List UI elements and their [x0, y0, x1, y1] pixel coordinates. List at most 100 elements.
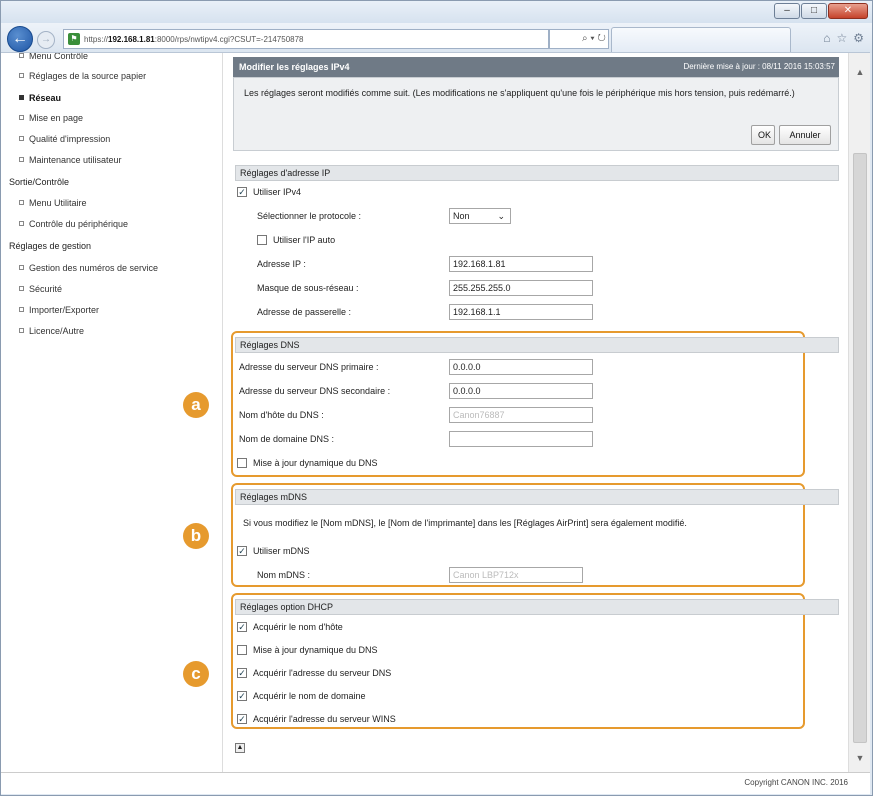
search-refresh-controls[interactable]: ⌕ ▾ ↻ [549, 29, 609, 49]
bullet-icon [19, 95, 24, 100]
bullet-icon [19, 157, 24, 162]
copyright-text: Copyright CANON INC. 2016 [744, 778, 848, 787]
use-mdns-label: Utiliser mDNS [253, 546, 310, 556]
sidebar-item-label: Contrôle du périphérique [29, 219, 129, 229]
sidebar-item-label: Menu Contrôle [29, 52, 89, 61]
protocol-select[interactable]: Non ⌄ [449, 208, 511, 224]
dhcp-dynamic-dns-checkbox[interactable] [237, 645, 247, 655]
address-bar[interactable]: ⚑ https:// 192.168.1.81 :8000/rps/nwtipv… [63, 29, 549, 49]
scroll-down-icon[interactable]: ▼ [853, 751, 867, 765]
title-bar: – □ ✕ [1, 1, 872, 23]
dhcp-dns-server-checkbox[interactable]: ✓ [237, 668, 247, 678]
ip-section-title: Réglages d'adresse IP [235, 165, 839, 181]
sidebar-item-label: Réglages de la source papier [29, 71, 147, 81]
use-mdns-checkbox[interactable]: ✓ [237, 546, 247, 556]
notice-text: Les réglages seront modifiés comme suit.… [244, 88, 795, 98]
dhcp-domain-checkbox[interactable]: ✓ [237, 691, 247, 701]
sidebar-item-print-quality[interactable]: Qualité d'impression [19, 134, 110, 144]
bullet-icon [19, 307, 24, 312]
dns-secondary-label: Adresse du serveur DNS secondaire : [239, 386, 391, 396]
dns-dynamic-checkbox[interactable] [237, 458, 247, 468]
ip-address-input[interactable] [449, 256, 593, 272]
use-ipv4-checkbox[interactable]: ✓ [237, 187, 247, 197]
navigation-bar: ← → ⚑ https:// 192.168.1.81 :8000/rps/nw… [1, 23, 872, 53]
sidebar-item-layout[interactable]: Mise en page [19, 113, 83, 123]
mdns-section-title: Réglages mDNS [235, 489, 839, 505]
close-button[interactable]: ✕ [828, 3, 868, 19]
chevron-down-icon: ⌄ [497, 211, 505, 221]
auto-ip-checkbox[interactable] [257, 235, 267, 245]
minimize-button[interactable]: – [774, 3, 800, 19]
cancel-button[interactable]: Annuler [779, 125, 831, 145]
sidebar-item-control-menu[interactable]: Menu Contrôle [19, 52, 89, 61]
sidebar-group-output: Sortie/Contrôle [9, 177, 70, 187]
sidebar-item-dept-id[interactable]: Gestion des numéros de service [19, 263, 158, 273]
sidebar-item-label: Licence/Autre [29, 326, 85, 336]
dns-domain-input[interactable] [449, 431, 593, 447]
dns-section-title: Réglages DNS [235, 337, 839, 353]
subnet-mask-label: Masque de sous-réseau : [257, 283, 359, 293]
subnet-mask-input[interactable] [449, 280, 593, 296]
protocol-value: Non [453, 211, 470, 221]
sidebar-item-import-export[interactable]: Importer/Exporter [19, 305, 99, 315]
site-icon: ⚑ [68, 33, 80, 45]
favorites-icon[interactable]: ☆ [836, 31, 847, 45]
dhcp-option-label: Acquérir le nom d'hôte [253, 622, 343, 632]
scroll-thumb[interactable] [853, 153, 867, 743]
sidebar-item-label: Sécurité [29, 284, 63, 294]
bullet-icon [19, 328, 24, 333]
gateway-label: Adresse de passerelle : [257, 307, 352, 317]
dns-primary-input[interactable] [449, 359, 593, 375]
bullet-icon [19, 265, 24, 270]
dns-secondary-input[interactable] [449, 383, 593, 399]
dhcp-wins-checkbox[interactable]: ✓ [237, 714, 247, 724]
sidebar-item-network[interactable]: Réseau [19, 93, 61, 103]
mdns-name-input[interactable] [449, 567, 583, 583]
maximize-button[interactable]: □ [801, 3, 827, 19]
ip-address-label: Adresse IP : [257, 259, 306, 269]
mdns-name-label: Nom mDNS : [257, 570, 311, 580]
scroll-up-icon[interactable]: ▲ [853, 65, 867, 79]
dhcp-section-title: Réglages option DHCP [235, 599, 839, 615]
bullet-icon [19, 53, 24, 58]
window-controls: – □ ✕ [774, 3, 868, 19]
sidebar-item-paper-source[interactable]: Réglages de la source papier [19, 71, 146, 81]
sidebar-item-label: Menu Utilitaire [29, 198, 87, 208]
browser-tab[interactable] [611, 27, 791, 53]
back-button[interactable]: ← [7, 26, 33, 52]
bullet-icon [19, 73, 24, 78]
bullet-icon [19, 115, 24, 120]
settings-icon[interactable]: ⚙ [853, 31, 864, 45]
url-prefix: https:// [84, 34, 109, 44]
dhcp-option-label: Acquérir l'adresse du serveur WINS [253, 714, 396, 724]
sidebar-item-security[interactable]: Sécurité [19, 284, 62, 294]
sidebar-item-label: Gestion des numéros de service [29, 263, 159, 273]
page-top-icon[interactable]: ▲ [235, 743, 245, 753]
sidebar-item-license[interactable]: Licence/Autre [19, 326, 84, 336]
sidebar-item-label: Mise en page [29, 113, 84, 123]
mdns-note: Si vous modifiez le [Nom mDNS], le [Nom … [243, 518, 687, 528]
status-bar: Copyright CANON INC. 2016 [1, 772, 870, 794]
sidebar-item-utility-menu[interactable]: Menu Utilitaire [19, 198, 87, 208]
main-panel: Modifier les réglages IPv4 Dernière mise… [183, 53, 846, 772]
home-icon[interactable]: ⌂ [823, 31, 830, 45]
dns-host-input[interactable] [449, 407, 593, 423]
forward-button[interactable]: → [37, 31, 55, 49]
dhcp-option-label: Mise à jour dynamique du DNS [253, 645, 378, 655]
url-path: :8000/rps/nwtipv4.cgi?CSUT=-214750878 [154, 34, 304, 44]
gateway-input[interactable] [449, 304, 593, 320]
vertical-scrollbar[interactable]: ▲ ▼ [848, 53, 870, 772]
dhcp-option-label: Acquérir le nom de domaine [253, 691, 366, 701]
sidebar-group-management: Réglages de gestion [9, 241, 92, 251]
ok-button[interactable]: OK [751, 125, 775, 145]
bullet-icon [19, 221, 24, 226]
sidebar-item-device-control[interactable]: Contrôle du périphérique [19, 219, 128, 229]
dhcp-hostname-checkbox[interactable]: ✓ [237, 622, 247, 632]
use-ipv4-label: Utiliser IPv4 [253, 187, 302, 197]
last-updated: Dernière mise à jour : 08/11 2016 15:03:… [683, 62, 835, 71]
sidebar-item-label: Maintenance utilisateur [29, 155, 122, 165]
dns-host-label: Nom d'hôte du DNS : [239, 410, 324, 420]
page-header: Modifier les réglages IPv4 Dernière mise… [233, 57, 839, 77]
dns-domain-label: Nom de domaine DNS : [239, 434, 335, 444]
sidebar-item-maintenance[interactable]: Maintenance utilisateur [19, 155, 122, 165]
